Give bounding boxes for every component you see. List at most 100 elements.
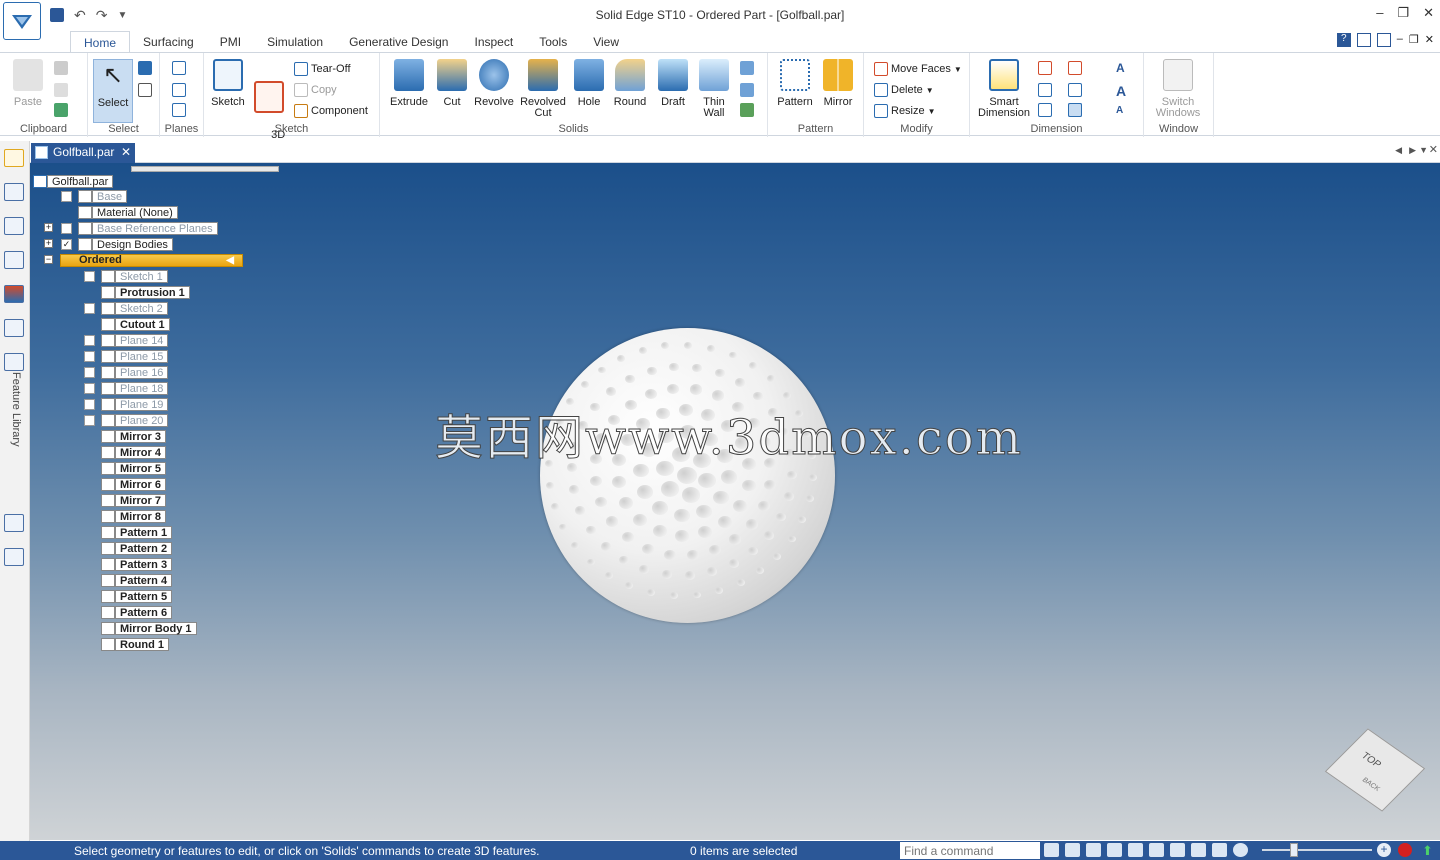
feature-checkbox[interactable]: [84, 335, 95, 346]
tree-feature-item[interactable]: Plane 18: [101, 382, 169, 395]
pan-icon[interactable]: [1128, 843, 1143, 857]
cut-clipboard-button[interactable]: [54, 61, 68, 75]
pathfinder-icon[interactable]: [4, 183, 24, 201]
feature-checkbox[interactable]: [84, 303, 95, 314]
tree-feature-item[interactable]: Plane 14: [101, 334, 169, 347]
tree-feature-item[interactable]: Plane 20: [101, 414, 169, 427]
tab-view[interactable]: View: [580, 31, 632, 53]
upload-icon[interactable]: ⬆: [1422, 843, 1433, 859]
draft-button[interactable]: Draft: [654, 59, 692, 108]
doc-minimize-icon[interactable]: –: [1397, 33, 1403, 47]
component-button[interactable]: Component: [294, 104, 368, 118]
text-grow-button[interactable]: A: [1116, 83, 1126, 99]
tree-node-design-bodies[interactable]: Design Bodies: [78, 238, 173, 251]
coordinate-system-button[interactable]: [172, 103, 186, 117]
tab-simulation[interactable]: Simulation: [254, 31, 336, 53]
expand-base-planes-icon[interactable]: +: [44, 223, 53, 232]
settings-panel-icon[interactable]: [4, 514, 24, 532]
pattern-button[interactable]: Pattern: [774, 59, 816, 108]
tree-root[interactable]: Golfball.par: [33, 175, 114, 188]
color-manager-icon[interactable]: [4, 285, 24, 303]
feature-checkbox[interactable]: [84, 383, 95, 394]
sketch-button[interactable]: Sketch: [208, 59, 248, 108]
sensors-icon[interactable]: [4, 251, 24, 269]
expand-design-bodies-icon[interactable]: +: [44, 239, 53, 248]
tree-feature-item[interactable]: Pattern 1: [101, 526, 173, 539]
tree-node-base[interactable]: Base: [78, 190, 128, 203]
tree-feature-item[interactable]: Pattern 6: [101, 606, 173, 619]
zoom-in-icon[interactable]: +: [1377, 843, 1391, 857]
zoom-out-icon[interactable]: [1233, 843, 1248, 857]
resize-button[interactable]: Resize ▼: [874, 104, 936, 118]
format-painter-button[interactable]: [54, 103, 68, 117]
tab-inspect[interactable]: Inspect: [461, 31, 526, 53]
close-icon[interactable]: ✕: [1423, 5, 1434, 21]
revolve-button[interactable]: Revolve: [472, 59, 516, 108]
tear-off-button[interactable]: Tear-Off: [294, 62, 351, 76]
base-checkbox[interactable]: [61, 191, 72, 202]
tree-feature-item[interactable]: Pattern 3: [101, 558, 173, 571]
design-bodies-checkbox[interactable]: ✓: [61, 239, 72, 250]
coordinate-dimension-button[interactable]: [1038, 103, 1052, 117]
angular-coordinate-button[interactable]: [1068, 61, 1082, 75]
tree-feature-item[interactable]: Mirror 8: [101, 510, 166, 523]
tree-feature-item[interactable]: Pattern 4: [101, 574, 173, 587]
mirror-button[interactable]: Mirror: [818, 59, 858, 108]
tab-scroll-right-icon[interactable]: ▶: [1409, 145, 1416, 156]
distance-between-button[interactable]: [1038, 61, 1052, 75]
select-box-button[interactable]: [138, 83, 152, 97]
coincident-plane-button[interactable]: [172, 61, 186, 75]
tree-feature-item[interactable]: Mirror 6: [101, 478, 166, 491]
view-style-icon[interactable]: [1191, 843, 1206, 857]
relations-button[interactable]: [1068, 103, 1082, 117]
minimize-icon[interactable]: –: [1376, 5, 1383, 21]
rib-button[interactable]: [740, 61, 754, 75]
tab-list-icon[interactable]: ▼: [1419, 145, 1428, 155]
sketch-view-icon[interactable]: [1044, 843, 1059, 857]
tree-feature-item[interactable]: Plane 15: [101, 350, 169, 363]
tree-feature-item[interactable]: Plane 16: [101, 366, 169, 379]
zoom-area-icon[interactable]: [1065, 843, 1080, 857]
round-button[interactable]: Round: [610, 59, 650, 108]
feature-library-icon[interactable]: [4, 353, 24, 371]
rotate-icon[interactable]: [1149, 843, 1164, 857]
tree-node-material[interactable]: Material (None): [78, 206, 178, 219]
copy-clipboard-button[interactable]: [54, 83, 68, 97]
doc-close-icon[interactable]: ✕: [1425, 33, 1434, 47]
record-icon[interactable]: [1398, 843, 1412, 857]
cascade-icon[interactable]: [1376, 33, 1391, 47]
tab-tools[interactable]: Tools: [526, 31, 580, 53]
tree-feature-item[interactable]: Mirror 3: [101, 430, 166, 443]
tab-home[interactable]: Home: [70, 31, 131, 53]
golf-ball-model[interactable]: [540, 328, 835, 623]
tree-feature-item[interactable]: Pattern 2: [101, 542, 173, 555]
add-body-button[interactable]: [740, 103, 754, 117]
family-of-parts-icon[interactable]: [4, 319, 24, 337]
tree-feature-item[interactable]: Cutout 1: [101, 318, 170, 331]
document-tab-golfball[interactable]: Golfball.par ✕: [31, 143, 135, 163]
paste-button[interactable]: Paste: [10, 59, 46, 108]
feature-checkbox[interactable]: [84, 367, 95, 378]
tree-feature-item[interactable]: Protrusion 1: [101, 286, 190, 299]
parallel-plane-button[interactable]: [172, 83, 186, 97]
tree-feature-item[interactable]: Mirror 7: [101, 494, 166, 507]
tree-feature-item[interactable]: Sketch 2: [101, 302, 168, 315]
shading-icon[interactable]: [1212, 843, 1227, 857]
collapse-ordered-icon[interactable]: −: [44, 255, 53, 264]
layers-icon[interactable]: [4, 217, 24, 235]
close-all-tabs-icon[interactable]: ✕: [1429, 143, 1438, 156]
feature-library-label[interactable]: Feature Library: [2, 372, 22, 462]
tree-node-base-reference-planes[interactable]: Base Reference Planes: [78, 222, 218, 235]
select-button[interactable]: ↖ Select: [93, 59, 133, 123]
tab-generative-design[interactable]: Generative Design: [336, 31, 461, 53]
feature-checkbox[interactable]: [84, 271, 95, 282]
text-style-button[interactable]: A: [1116, 61, 1125, 75]
cut-button[interactable]: Cut: [436, 59, 468, 108]
tab-surfacing[interactable]: Surfacing: [130, 31, 207, 53]
angle-between-button[interactable]: [1038, 83, 1052, 97]
zoom-slider-thumb[interactable]: [1290, 843, 1298, 857]
pathfinder-resize-handle[interactable]: [131, 166, 279, 172]
tree-node-ordered[interactable]: Ordered ◀: [60, 254, 243, 267]
revolved-cut-button[interactable]: Revolved Cut: [518, 59, 568, 119]
saved-views-icon[interactable]: [1170, 843, 1185, 857]
